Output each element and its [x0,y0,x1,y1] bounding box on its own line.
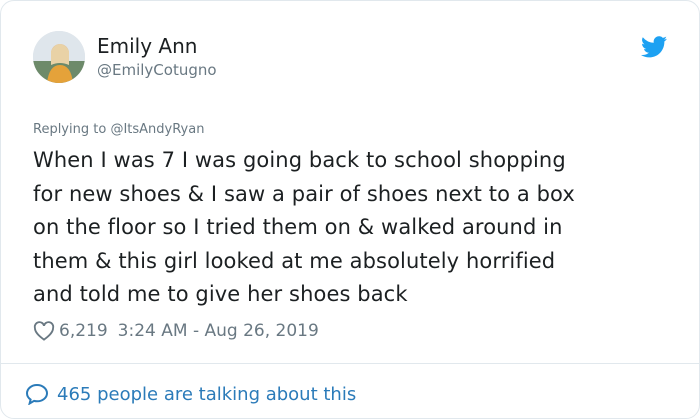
tweet-card: Emily Ann @EmilyCotugno Replying to @Its… [0,0,700,419]
like-count[interactable]: 6,219 [59,321,108,341]
conversation-text: 465 people are talking about this [57,383,357,405]
tweet-text-line: and told me to give her shoes back [33,282,408,307]
tweet-timestamp[interactable]: 3:24 AM - Aug 26, 2019 [118,321,319,341]
reply-prefix: Replying to [33,122,107,137]
tweet-text: When I was 7 I was going back to school … [33,144,663,312]
tweet-text-line: When I was 7 I was going back to school … [33,148,566,172]
tweet-text-line: on the floor so I tried them on & walked… [33,215,563,240]
divider [1,363,699,364]
tweet-meta: 6,219 3:24 AM - Aug 26, 2019 [33,319,319,343]
avatar[interactable] [33,31,85,83]
reply-mention-link[interactable]: @ItsAndyRyan [110,122,204,137]
twitter-bird-icon[interactable] [641,36,667,58]
tweet-text-line: for new shoes & I saw a pair of shoes ne… [33,181,575,206]
heart-outline-icon[interactable] [33,321,55,341]
conversation-link[interactable]: 465 people are talking about this [25,381,356,407]
avatar-image [33,31,85,83]
tweet-text-line: them & this girl looked at me absolutely… [33,248,556,273]
reply-context: Replying to @ItsAndyRyan [33,121,204,139]
author-name[interactable]: Emily Ann [97,34,197,58]
speech-bubble-icon [25,383,49,405]
author-handle[interactable]: @EmilyCotugno [97,60,217,80]
